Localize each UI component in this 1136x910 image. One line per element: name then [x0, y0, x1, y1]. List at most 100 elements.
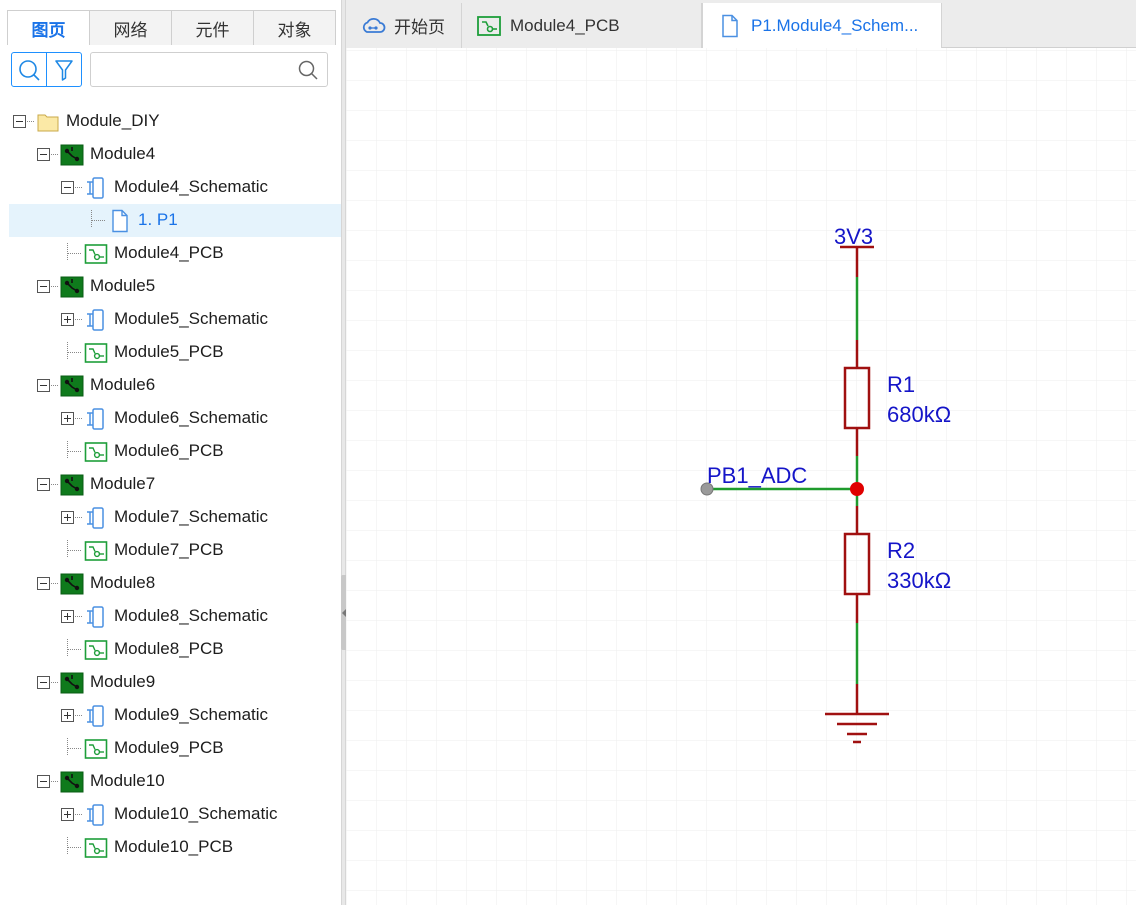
tree-item-label: Module9_Schematic: [114, 705, 269, 724]
tree-item[interactable]: Module4_Schematic: [9, 171, 341, 204]
search-input[interactable]: [90, 52, 328, 87]
tree-connector: [27, 121, 34, 122]
tree-item[interactable]: Module5_PCB: [9, 336, 341, 369]
search-icon[interactable]: [297, 59, 319, 81]
tree-connector: [67, 748, 81, 749]
expand-icon[interactable]: [61, 610, 74, 623]
tree-item[interactable]: Module6: [9, 369, 341, 402]
tree-connector: [51, 781, 58, 782]
filter-button[interactable]: [46, 52, 82, 87]
tab-schematic-page[interactable]: P1.Module4_Schem...: [702, 3, 942, 49]
tree-item[interactable]: Module4: [9, 138, 341, 171]
collapse-icon[interactable]: [37, 148, 50, 161]
tree-connector: [67, 243, 68, 260]
schematic-canvas[interactable]: 3V3 R1 680kΩ PB1_ADC R2 330kΩ: [346, 48, 1136, 905]
tree-item[interactable]: Module6_PCB: [9, 435, 341, 468]
tab-objects[interactable]: 对象: [253, 10, 336, 45]
tree-connector: [51, 583, 58, 584]
tree-item-label: Module9_PCB: [114, 738, 224, 757]
tab-start-page[interactable]: 开始页: [346, 3, 462, 48]
tab-label: 开始页: [394, 18, 445, 37]
filter-icon: [55, 59, 73, 81]
collapse-icon[interactable]: [13, 115, 26, 128]
project-tree: Module_DIY Module4 Module4_Schematic 1. P1 M…: [9, 105, 341, 864]
tree-connector: [67, 441, 68, 458]
expand-icon[interactable]: [61, 412, 74, 425]
net-label-pb1-adc[interactable]: PB1_ADC: [707, 463, 807, 488]
search-mode-button[interactable]: [11, 52, 47, 87]
tree-item-label: Module4: [90, 144, 156, 163]
tree-item-label: Module5_Schematic: [114, 309, 269, 328]
collapse-icon[interactable]: [37, 280, 50, 293]
tree-connector: [91, 210, 92, 227]
board-icon: [60, 572, 84, 596]
tree-item[interactable]: Module_DIY: [9, 105, 341, 138]
tree-connector: [67, 837, 68, 854]
search-bar: [10, 52, 330, 89]
tree-item[interactable]: Module4_PCB: [9, 237, 341, 270]
tree-item-label: Module10: [90, 771, 165, 790]
left-panel-tabs: 图页 网络 元件 对象: [7, 10, 336, 45]
document-tab-bar: 开始页 Module4_PCB P1.Module4_Schem...: [346, 0, 1136, 49]
tree-item[interactable]: Module6_Schematic: [9, 402, 341, 435]
tree-item-label: Module7_Schematic: [114, 507, 269, 526]
tree-item[interactable]: Module9: [9, 666, 341, 699]
tree-item-label: Module5: [90, 276, 156, 295]
r1-designator: R1: [887, 372, 915, 397]
r2-value: 330kΩ: [887, 568, 951, 593]
board-icon: [60, 671, 84, 695]
schematic-icon: [84, 176, 108, 200]
tree-item-label: Module10_Schematic: [114, 804, 278, 823]
tab-module4-pcb[interactable]: Module4_PCB: [462, 3, 702, 48]
tree-item[interactable]: Module7: [9, 468, 341, 501]
tree-item[interactable]: Module7_Schematic: [9, 501, 341, 534]
schematic-icon: [84, 506, 108, 530]
schematic-icon: [84, 704, 108, 728]
tree-item[interactable]: Module8_PCB: [9, 633, 341, 666]
collapse-icon[interactable]: [37, 379, 50, 392]
tree-connector: [67, 649, 81, 650]
tab-pages[interactable]: 图页: [7, 10, 90, 45]
expand-icon[interactable]: [61, 313, 74, 326]
tree-item[interactable]: Module5: [9, 270, 341, 303]
board-icon: [60, 275, 84, 299]
tree-item[interactable]: Module10_PCB: [9, 831, 341, 864]
tree-item[interactable]: Module8: [9, 567, 341, 600]
tree-item[interactable]: Module9_Schematic: [9, 699, 341, 732]
collapse-icon[interactable]: [61, 181, 74, 194]
tab-components[interactable]: 元件: [171, 10, 254, 45]
tab-nets[interactable]: 网络: [89, 10, 172, 45]
tree-item[interactable]: Module10: [9, 765, 341, 798]
junction-dot[interactable]: [850, 482, 864, 496]
tree-item[interactable]: 1. P1: [9, 204, 341, 237]
tree-item-label: Module4_PCB: [114, 243, 224, 262]
tree-item-label: Module_DIY: [66, 111, 160, 130]
collapse-icon[interactable]: [37, 775, 50, 788]
tree-connector: [67, 352, 81, 353]
tree-connector: [75, 187, 82, 188]
expand-icon[interactable]: [61, 511, 74, 524]
tree-item[interactable]: Module9_PCB: [9, 732, 341, 765]
pcb-icon: [477, 15, 501, 36]
tree-item[interactable]: Module7_PCB: [9, 534, 341, 567]
tree-connector: [51, 154, 58, 155]
board-icon: [60, 770, 84, 794]
expand-icon[interactable]: [61, 709, 74, 722]
pcb-icon: [84, 242, 108, 266]
collapse-icon[interactable]: [37, 577, 50, 590]
tree-item[interactable]: Module5_Schematic: [9, 303, 341, 336]
collapse-icon[interactable]: [37, 676, 50, 689]
pcb-icon: [84, 638, 108, 662]
collapse-icon[interactable]: [37, 478, 50, 491]
tree-item-label: Module8_Schematic: [114, 606, 269, 625]
pcb-icon: [84, 341, 108, 365]
tree-item-label: Module6_PCB: [114, 441, 224, 460]
expand-icon[interactable]: [61, 808, 74, 821]
tree-connector: [67, 253, 81, 254]
tree-item[interactable]: Module8_Schematic: [9, 600, 341, 633]
tree-item-label: 1. P1: [138, 210, 178, 229]
page-icon: [722, 14, 738, 38]
page-icon: [108, 209, 132, 233]
tree-item[interactable]: Module10_Schematic: [9, 798, 341, 831]
tree-connector: [91, 220, 105, 221]
